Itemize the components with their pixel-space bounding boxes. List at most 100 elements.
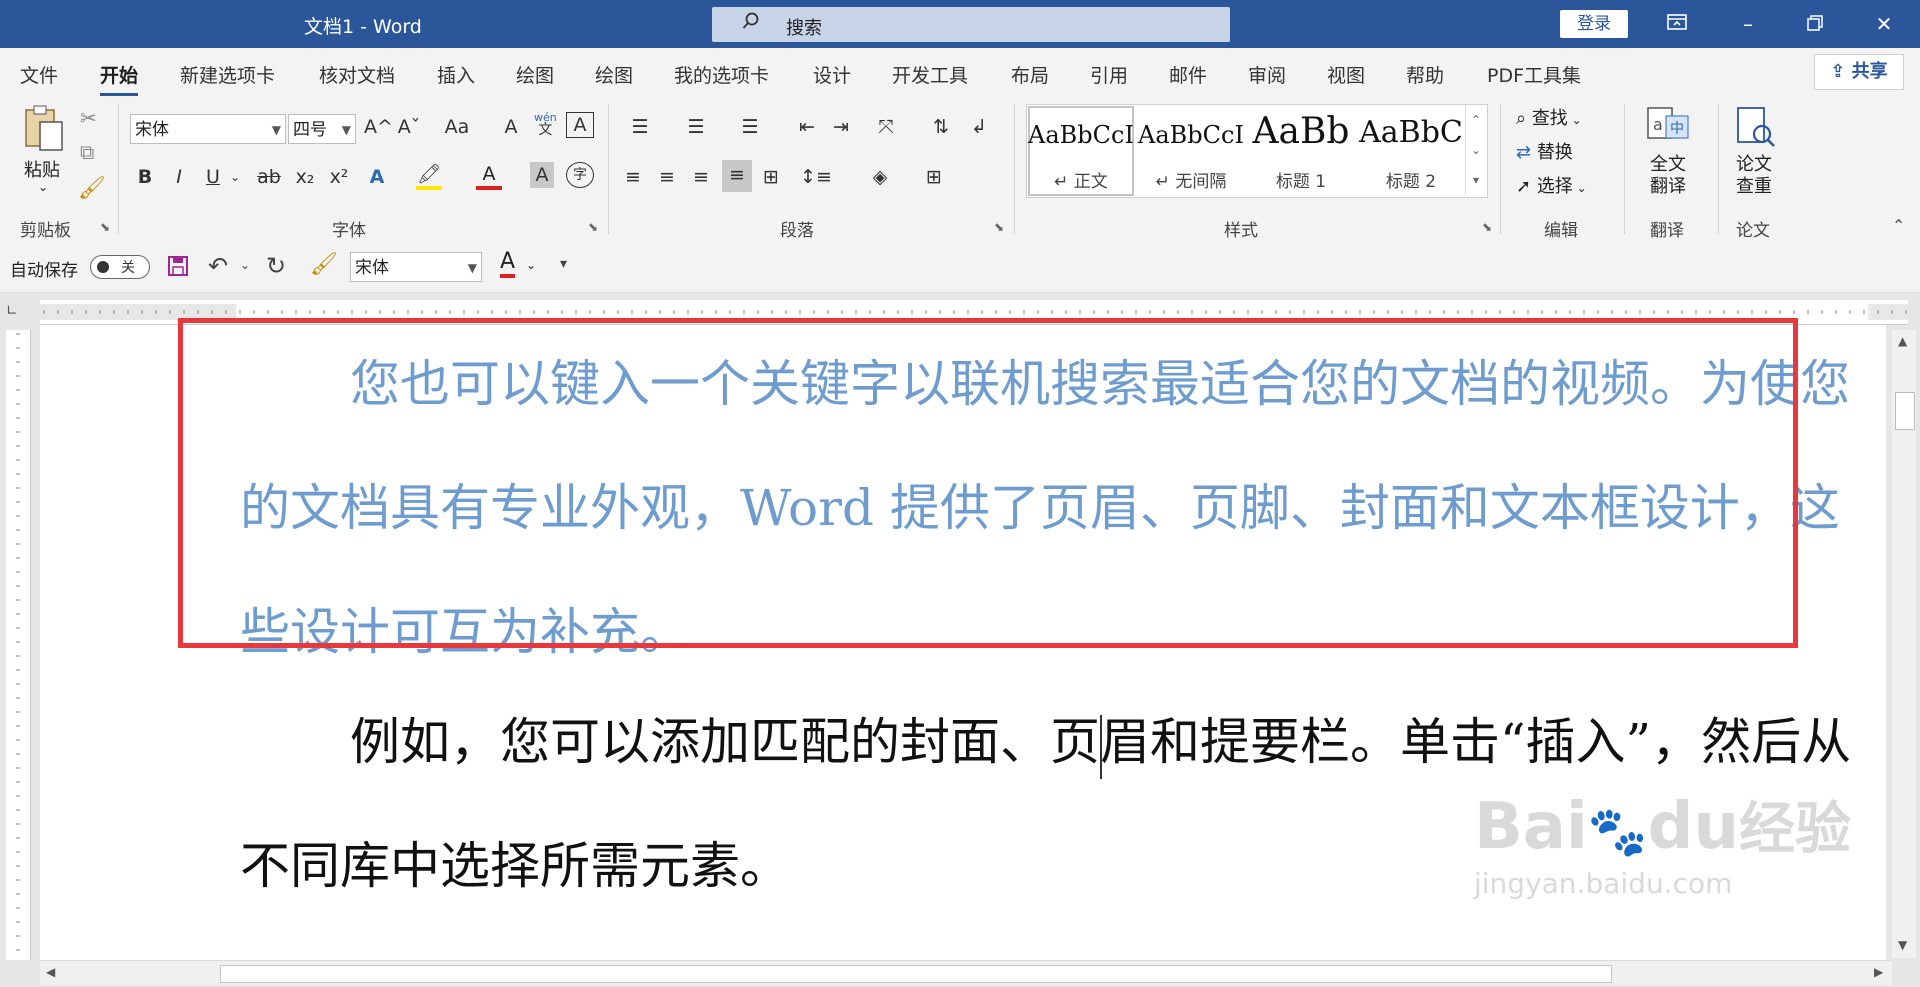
borders-icon[interactable]: ⊞	[914, 162, 954, 192]
vertical-ruler[interactable]	[6, 330, 31, 960]
format-painter-icon[interactable]: 🖌	[310, 252, 338, 277]
tab-mailings[interactable]: 邮件	[1169, 61, 1207, 88]
tab-references[interactable]: 引用	[1090, 61, 1128, 88]
increase-indent-icon[interactable]: ⇥	[828, 112, 854, 142]
ribbon-display-options-icon[interactable]	[1657, 8, 1697, 40]
font-launcher-icon[interactable]: ⬊	[588, 220, 598, 234]
autosave-toggle[interactable]: 关	[90, 255, 150, 279]
line-spacing-icon[interactable]: ↕≡	[796, 162, 836, 192]
restore-icon[interactable]	[1795, 8, 1835, 40]
align-center-icon[interactable]: ≡	[654, 162, 680, 192]
tab-review[interactable]: 审阅	[1248, 61, 1286, 88]
bold-button[interactable]: B	[132, 162, 158, 192]
font-size-combo[interactable]: 四号 ▼	[288, 114, 356, 144]
select-button[interactable]: ➚ 选择 ⌄	[1516, 172, 1587, 198]
underline-button[interactable]: U	[200, 162, 226, 192]
horizontal-scrollbar[interactable]: ◀ ▶	[40, 960, 1892, 985]
qat-font-combo[interactable]: 宋体 ▼	[350, 252, 482, 282]
subscript-button[interactable]: x₂	[292, 162, 318, 192]
redo-icon[interactable]: ↻	[266, 252, 286, 280]
paste-label[interactable]: 粘贴	[24, 156, 60, 182]
scroll-down-icon[interactable]: ▼	[1898, 938, 1907, 952]
numbering-icon[interactable]: ☰	[676, 112, 716, 142]
chevron-down-icon[interactable]: ⌄	[526, 258, 536, 272]
paste-dropdown-icon[interactable]: ⌄	[38, 180, 48, 194]
align-left-icon[interactable]: ≡	[620, 162, 646, 192]
undo-icon[interactable]: ↶	[208, 252, 228, 280]
chevron-down-icon[interactable]: ⌄	[228, 162, 242, 192]
style-normal[interactable]: AaBbCcI ↵ 正文	[1027, 105, 1135, 197]
cut-icon[interactable]: ✂	[80, 106, 97, 130]
styles-scroll[interactable]: ⌃ ⌄ ▾	[1465, 105, 1486, 195]
strikethrough-button[interactable]: ab	[254, 162, 284, 192]
char-border-icon[interactable]: A	[566, 112, 594, 138]
tab-layout[interactable]: 布局	[1011, 61, 1049, 88]
tab-design[interactable]: 设计	[813, 61, 851, 88]
distributed-icon[interactable]: ⊞	[758, 162, 784, 192]
char-shade-button[interactable]: A	[530, 162, 554, 188]
style-heading-1[interactable]: AaBb 标题 1	[1247, 105, 1355, 197]
scroll-left-icon[interactable]: ◀	[46, 965, 55, 979]
clipboard-launcher-icon[interactable]: ⬊	[100, 220, 110, 234]
style-heading-2[interactable]: AaBbC 标题 2	[1357, 105, 1465, 197]
tab-home[interactable]: 开始	[100, 61, 139, 96]
grow-font-button[interactable]: A^	[364, 112, 393, 142]
tab-help[interactable]: 帮助	[1406, 61, 1444, 88]
paper-check-label[interactable]: 论文 查重	[1736, 154, 1772, 198]
chinese-layout-icon[interactable]: ⤧	[866, 112, 906, 142]
full-translate-label[interactable]: 全文 翻译	[1650, 154, 1686, 198]
text-effect-icon[interactable]: A	[364, 162, 390, 192]
collapse-ribbon-icon[interactable]: ⌃	[1892, 216, 1905, 235]
replace-button[interactable]: ⇄ 替换	[1516, 138, 1573, 164]
minimize-icon[interactable]: –	[1728, 8, 1768, 40]
tab-insert[interactable]: 插入	[437, 61, 475, 88]
change-case-button[interactable]: Aa	[434, 112, 480, 142]
scroll-thumb[interactable]	[1895, 392, 1915, 430]
styles-launcher-icon[interactable]: ⬊	[1482, 220, 1492, 234]
show-marks-icon[interactable]: ↲	[966, 112, 992, 142]
scroll-up-icon[interactable]: ▲	[1898, 334, 1907, 348]
tab-selector-icon[interactable]: ∟	[6, 303, 30, 323]
find-button[interactable]: ⌕ 查找 ⌄	[1516, 104, 1582, 130]
style-no-spacing[interactable]: AaBbCcI ↵ 无间隔	[1137, 105, 1245, 197]
justify-icon[interactable]: ≡	[722, 160, 752, 192]
bullets-icon[interactable]: ☰	[620, 112, 660, 142]
align-right-icon[interactable]: ≡	[688, 162, 714, 192]
font-color-icon[interactable]: A	[476, 162, 502, 190]
superscript-button[interactable]: x²	[326, 162, 352, 192]
enclose-char-button[interactable]: 字	[566, 162, 594, 188]
share-button[interactable]: ⇪ 共享	[1814, 54, 1904, 90]
translate-icon[interactable]: a中	[1646, 106, 1690, 146]
close-icon[interactable]: ✕	[1864, 8, 1904, 40]
save-icon[interactable]	[166, 254, 190, 278]
tab-proof-doc[interactable]: 核对文档	[319, 61, 395, 88]
phonetic-guide-icon[interactable]: wén 文	[534, 112, 557, 138]
paste-icon[interactable]	[22, 104, 66, 154]
scroll-thumb[interactable]	[220, 965, 1612, 983]
paragraph-launcher-icon[interactable]: ⬊	[994, 220, 1004, 234]
vertical-scrollbar[interactable]: ▲ ▼	[1892, 330, 1916, 958]
tab-view[interactable]: 视图	[1327, 61, 1365, 88]
sort-icon[interactable]: ⇅	[928, 112, 954, 142]
highlight-icon[interactable]: 🖍	[416, 162, 442, 190]
tab-draw-1[interactable]: 绘图	[516, 61, 554, 88]
tab-new-tab[interactable]: 新建选项卡	[180, 61, 275, 88]
font-name-combo[interactable]: 宋体 ▼	[130, 114, 286, 144]
chevron-down-icon[interactable]: ⌄	[240, 258, 250, 272]
scroll-right-icon[interactable]: ▶	[1874, 965, 1883, 979]
tab-my-tab[interactable]: 我的选项卡	[674, 61, 769, 88]
shading-icon[interactable]: ◈	[860, 162, 900, 192]
paper-check-icon[interactable]	[1734, 106, 1778, 150]
qat-font-color-icon[interactable]: A	[500, 250, 516, 278]
customize-qat-icon[interactable]: ▾	[560, 256, 567, 272]
italic-button[interactable]: I	[166, 162, 192, 192]
tab-pdf-tools[interactable]: PDF工具集	[1487, 61, 1581, 88]
login-button[interactable]: 登录	[1560, 10, 1628, 38]
search-input[interactable]: 搜索	[712, 7, 1230, 42]
shrink-font-button[interactable]: Aˇ	[396, 112, 422, 142]
tab-file[interactable]: 文件	[20, 61, 58, 88]
multilevel-list-icon[interactable]: ☰	[730, 112, 770, 142]
decrease-indent-icon[interactable]: ⇤	[794, 112, 820, 142]
format-painter-icon[interactable]: 🖌	[78, 176, 106, 201]
tab-developer[interactable]: 开发工具	[892, 61, 968, 88]
